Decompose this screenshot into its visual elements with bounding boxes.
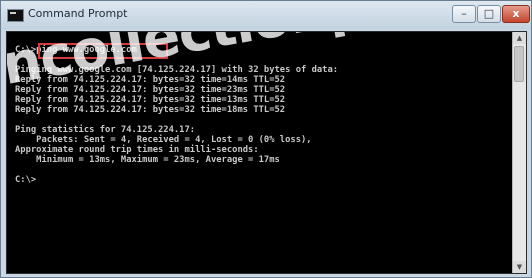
console-line: Reply from 74.125.224.17: bytes=32 time=…: [15, 85, 286, 95]
console-line: Pinging www.google.com [74.125.224.17] w…: [15, 65, 339, 75]
close-button[interactable]: x: [502, 5, 530, 23]
scroll-up-arrow-icon[interactable]: ▲: [513, 32, 526, 44]
scrollbar-thumb[interactable]: [514, 46, 524, 82]
console-line: Minimum = 13ms, Maximum = 23ms, Average …: [15, 155, 280, 165]
console-line: Approximate round trip times in milli-se…: [15, 145, 259, 155]
command-highlight-box: [38, 43, 168, 59]
console-icon: [7, 9, 24, 22]
console-line: Reply from 74.125.224.17: bytes=32 time=…: [15, 105, 286, 115]
console-line: Reply from 74.125.224.17: bytes=32 time=…: [15, 95, 286, 105]
maximize-button[interactable]: □: [477, 5, 501, 23]
vertical-scrollbar[interactable]: ▲ ▼: [512, 32, 526, 273]
scroll-down-arrow-icon[interactable]: ▼: [513, 261, 526, 273]
console-line: Reply from 74.125.224.17: bytes=32 time=…: [15, 75, 286, 85]
console-line: Packets: Sent = 4, Received = 4, Lost = …: [15, 135, 312, 145]
console-line: Ping statistics for 74.125.224.17:: [15, 125, 196, 135]
console-output[interactable]: C:\>ping www.google.com Pinging www.goog…: [6, 31, 527, 274]
window-title: Command Prompt: [28, 7, 128, 20]
minimize-button[interactable]: –: [452, 5, 476, 23]
title-bar[interactable]: Command Prompt – □ x: [1, 1, 531, 29]
console-prompt-line: C:\>: [15, 175, 37, 185]
command-prompt-window: Command Prompt – □ x C:\>ping www.google…: [0, 0, 532, 278]
